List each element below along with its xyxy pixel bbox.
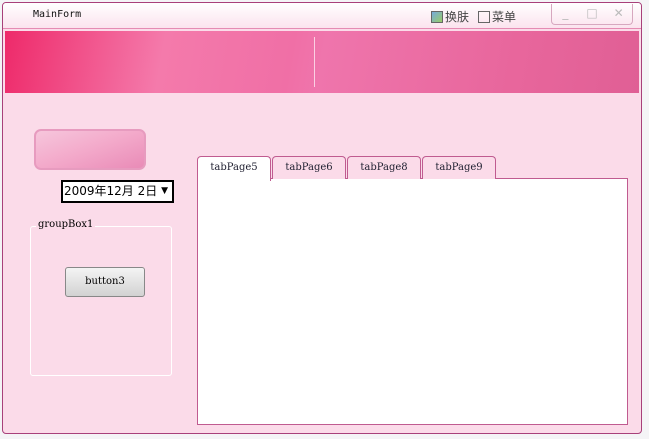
date-picker[interactable]: 2009年12月 2日 ▼ (61, 180, 174, 203)
button3[interactable]: button3 (65, 267, 145, 297)
group-box (30, 226, 172, 376)
title-bar[interactable]: MainForm 换肤 菜单 _ □ ✕ (3, 3, 641, 29)
pink-button[interactable] (34, 129, 146, 170)
tab-page6[interactable]: tabPage6 (272, 156, 346, 179)
header-banner (5, 31, 639, 93)
tab-strip: tabPage5 tabPage6 tabPage8 tabPage9 (197, 156, 497, 181)
minimize-button[interactable]: _ (552, 4, 579, 24)
maximize-button[interactable]: □ (579, 4, 606, 24)
menu-icon (478, 10, 490, 23)
tab-page5[interactable]: tabPage5 (197, 156, 271, 181)
window-title: MainForm (33, 9, 82, 20)
window-controls: _ □ ✕ (551, 4, 633, 25)
date-value: 2009年12月 2日 (64, 184, 158, 198)
close-button[interactable]: ✕ (605, 4, 632, 24)
skin-label: 换肤 (445, 10, 470, 24)
tab-page8[interactable]: tabPage8 (347, 156, 421, 179)
skin-icon (431, 10, 443, 23)
skin-button[interactable]: 换肤 (431, 8, 469, 25)
dropdown-arrow-icon[interactable]: ▼ (161, 182, 168, 201)
menu-label: 菜单 (492, 10, 517, 24)
group-box-label: groupBox1 (36, 219, 96, 230)
tab-panel (197, 178, 628, 425)
menu-button[interactable]: 菜单 (478, 8, 516, 25)
tab-page9[interactable]: tabPage9 (422, 156, 496, 179)
